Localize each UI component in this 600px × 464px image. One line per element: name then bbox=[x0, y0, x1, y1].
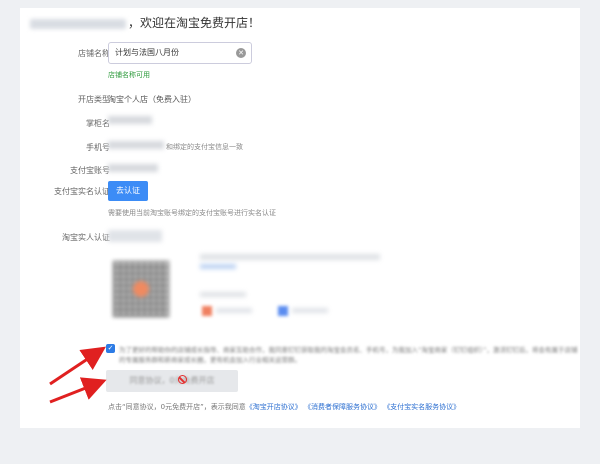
shop-type-label: 开店类型 bbox=[78, 95, 110, 104]
agreement-footer: 点击“同意协议，0元免费开店”，表示我同意《淘宝开店协议》 《消费者保障服务协议… bbox=[108, 402, 460, 412]
shop-registration-card: ，欢迎在淘宝免费开店！ 店铺名称 计划与法国八月份 ✕ 店铺名称可用 开店类型 … bbox=[20, 8, 580, 428]
link-alipay-realname[interactable]: 《支付宝实名服务协议》 bbox=[383, 403, 460, 411]
shop-name-available: 店铺名称可用 bbox=[108, 71, 150, 79]
footer-prefix: 点击“同意协议，0元免费开店”，表示我同意 bbox=[108, 403, 246, 411]
username-blurred bbox=[30, 18, 126, 29]
dingtalk-consent-text: 为了更好的帮助你的店铺成长指导、商家互助合作，我同意钉钉获取我的淘宝会员名、手机… bbox=[119, 346, 578, 364]
agree-button-label: 同意协议，0元免费开店 bbox=[129, 376, 215, 385]
taobao-verify-status-blurred bbox=[108, 230, 162, 242]
shop-type-value: 淘宝个人店（免费入驻） bbox=[108, 95, 196, 104]
owner-label: 掌柜名 bbox=[86, 119, 110, 128]
app-icon-blue bbox=[278, 306, 288, 316]
qr-link-blurred bbox=[200, 264, 236, 269]
alipay-verify-hint: 需要使用当前淘宝账号绑定的支付宝账号进行实名认证 bbox=[108, 209, 276, 217]
clear-icon[interactable]: ✕ bbox=[236, 48, 246, 58]
agree-checkbox[interactable]: ✓ bbox=[106, 344, 115, 353]
qr-desc-blurred bbox=[200, 254, 380, 260]
alipay-account-blurred bbox=[108, 164, 158, 172]
app-name-blurred-2 bbox=[292, 308, 328, 313]
shop-name-label: 店铺名称 bbox=[78, 49, 110, 58]
prohibited-cursor-icon bbox=[178, 375, 187, 384]
phone-value-blurred bbox=[108, 141, 164, 149]
phone-label: 手机号 bbox=[86, 143, 110, 152]
owner-value-blurred bbox=[108, 116, 152, 124]
checkmark-icon: ✓ bbox=[107, 344, 114, 352]
link-consumer-protection[interactable]: 《消费者保障服务协议》 bbox=[304, 403, 381, 411]
link-shop-agreement[interactable]: 《淘宝开店协议》 bbox=[246, 403, 302, 411]
shop-name-value: 计划与法国八月份 bbox=[115, 48, 179, 57]
alipay-verify-label: 支付宝实名认证 bbox=[54, 187, 110, 196]
qr-center-logo bbox=[133, 281, 149, 297]
taobao-verify-label: 淘宝实人认证 bbox=[62, 233, 110, 242]
phone-note: 和绑定的支付宝信息一致 bbox=[166, 143, 243, 151]
agree-and-open-shop-button[interactable]: 同意协议，0元免费开店 bbox=[106, 370, 238, 392]
page-title: ，欢迎在淘宝免费开店！ bbox=[30, 14, 260, 31]
alipay-account-label: 支付宝账号 bbox=[70, 166, 110, 175]
alipay-verify-button[interactable]: 去认证 bbox=[108, 181, 148, 201]
shop-name-input[interactable]: 计划与法国八月份 ✕ bbox=[108, 42, 252, 64]
app-icon-red bbox=[202, 306, 212, 316]
app-name-blurred-1 bbox=[216, 308, 252, 313]
qr-sub-blurred bbox=[200, 292, 246, 297]
